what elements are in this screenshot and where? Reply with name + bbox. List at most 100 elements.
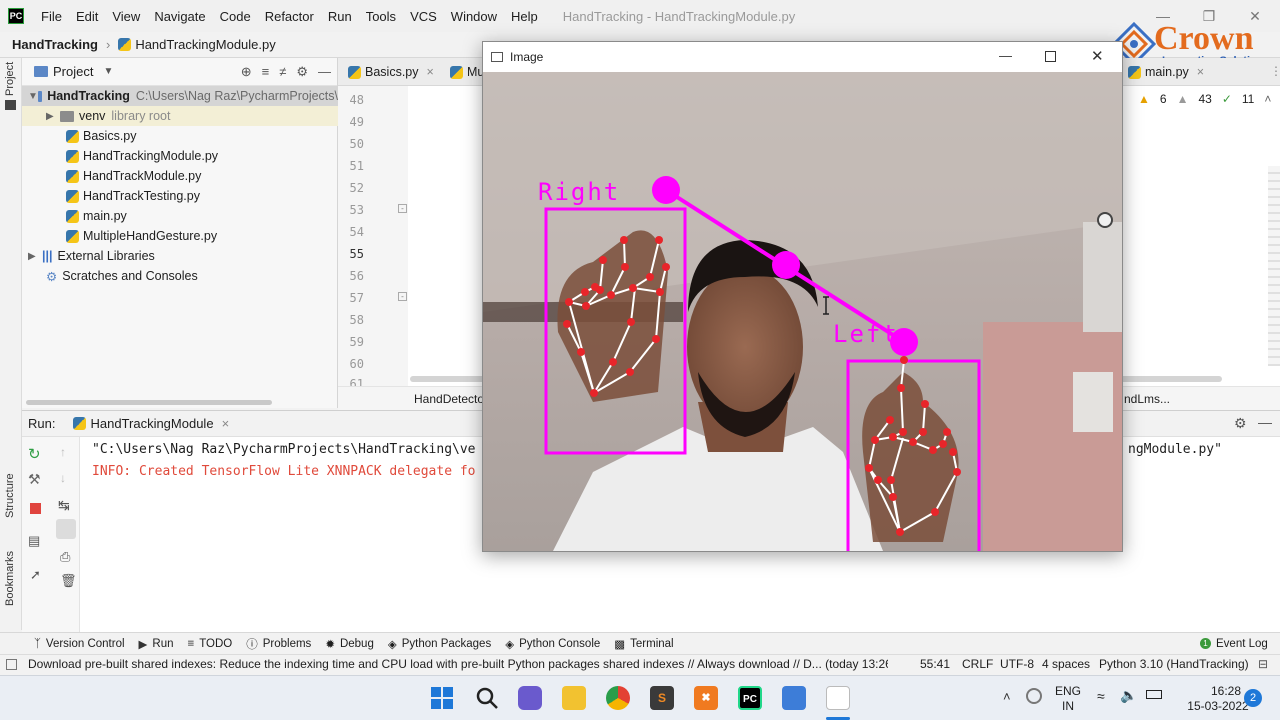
interpreter[interactable]: Python 3.10 (HandTracking) <box>1099 657 1249 671</box>
project-tool-tab[interactable]: Project <box>4 62 16 96</box>
menu-vcs[interactable]: VCS <box>403 9 444 24</box>
file-explorer-icon[interactable] <box>562 686 586 710</box>
menu-help[interactable]: Help <box>504 9 545 24</box>
tool-run[interactable]: ▶ Run <box>139 637 174 651</box>
error-stripe[interactable] <box>1268 166 1280 366</box>
chrome-icon[interactable] <box>606 686 630 710</box>
horizontal-scrollbar[interactable] <box>26 400 272 405</box>
notepad-icon[interactable] <box>782 686 806 710</box>
wifi-icon[interactable]: ≈ <box>1097 688 1105 704</box>
expand-all-icon[interactable]: ≡ <box>262 64 270 80</box>
rerun-icon[interactable]: ↻ <box>28 445 41 463</box>
notification-badge[interactable]: 2 <box>1244 689 1262 707</box>
collapse-all-icon[interactable]: ≠ <box>279 64 286 80</box>
tree-item-file[interactable]: HandTrackTesting.py <box>22 186 338 206</box>
locate-icon[interactable]: ⊕ <box>241 64 252 80</box>
pin-icon[interactable]: ➚ <box>30 567 41 583</box>
print-icon[interactable]: ⎙ <box>60 549 70 565</box>
lock-icon[interactable]: ⊟ <box>1258 657 1268 671</box>
chevron-right-icon[interactable]: ▶ <box>46 111 60 122</box>
search-icon[interactable] <box>475 686 499 710</box>
menu-file[interactable]: File <box>34 9 69 24</box>
chevron-down-icon[interactable]: ▼ <box>103 66 113 77</box>
file-encoding[interactable]: UTF-8 <box>1000 657 1034 671</box>
menu-view[interactable]: View <box>105 9 147 24</box>
hide-icon[interactable]: — <box>1258 414 1272 430</box>
maximize-button[interactable] <box>1045 51 1056 62</box>
run-config-tab[interactable]: HandTrackingModule <box>90 416 213 431</box>
breadcrumb-file[interactable]: HandTrackingModule.py <box>135 37 275 52</box>
indent-setting[interactable]: 4 spaces <box>1042 657 1090 671</box>
menu-refactor[interactable]: Refactor <box>258 9 321 24</box>
line-ending[interactable]: CRLF <box>962 657 993 671</box>
close-button[interactable]: ✕ <box>1091 47 1104 65</box>
close-icon[interactable]: × <box>222 416 230 431</box>
tool-version-control[interactable]: ᛉ Version Control <box>34 638 125 650</box>
chevron-down-icon[interactable]: ▼ <box>28 91 38 102</box>
sync-icon[interactable] <box>1026 688 1042 704</box>
pycharm-taskbar-icon[interactable]: PC <box>738 686 762 710</box>
tree-item-venv[interactable]: ▶ venv library root <box>22 106 338 126</box>
tree-item-file[interactable]: HandTrackingModule.py <box>22 146 338 166</box>
tab-basics[interactable]: Basics.py × <box>348 58 434 86</box>
breadcrumb-project[interactable]: HandTracking <box>12 37 98 52</box>
breadcrumb-method[interactable]: ndLms... <box>1124 392 1170 406</box>
chevron-right-icon[interactable]: ▶ <box>28 251 42 262</box>
windows-start-icon[interactable] <box>430 686 454 710</box>
trash-icon[interactable]: 🗑 <box>60 573 77 589</box>
fold-icon[interactable]: - <box>398 292 407 301</box>
tool-terminal[interactable]: ▩ Terminal <box>614 637 673 651</box>
menu-run[interactable]: Run <box>321 9 359 24</box>
status-message[interactable]: Download pre-built shared indexes: Reduc… <box>28 657 888 671</box>
chevron-up-icon[interactable]: ˄ <box>1264 92 1271 106</box>
project-folder-icon[interactable] <box>5 100 16 110</box>
tab-main[interactable]: main.py × <box>1128 58 1204 86</box>
close-icon[interactable]: × <box>427 65 434 79</box>
lang-line-2[interactable]: IN <box>1055 699 1081 713</box>
arrow-down-icon[interactable]: ↓ <box>60 471 66 485</box>
menu-tools[interactable]: Tools <box>359 9 403 24</box>
tree-item-file[interactable]: Basics.py <box>22 126 338 146</box>
fold-icon[interactable]: - <box>398 204 407 213</box>
python-window-icon[interactable] <box>826 686 850 710</box>
inspection-widget[interactable]: ▲ 6 ▲ 43 ✓ 11 ˄ <box>1138 92 1271 106</box>
image-window[interactable]: Image — ✕ Right Left <box>482 41 1123 552</box>
tree-item-file[interactable]: MultipleHandGesture.py <box>22 226 338 246</box>
tree-root[interactable]: ▼ HandTracking C:\Users\Nag Raz\PycharmP… <box>22 86 338 106</box>
tool-event-log[interactable]: 1 Event Log <box>1200 638 1268 650</box>
breadcrumb-class[interactable]: HandDetecto <box>414 392 484 406</box>
gear-icon[interactable]: ⚙ <box>296 64 308 80</box>
menu-edit[interactable]: Edit <box>69 9 105 24</box>
chevron-up-icon[interactable]: ˄ <box>1003 689 1011 704</box>
tree-item-file[interactable]: main.py <box>22 206 338 226</box>
xampp-icon[interactable]: ✖ <box>694 686 718 710</box>
scroll-to-end-icon[interactable] <box>56 519 76 539</box>
tree-item-external-libraries[interactable]: ▶ ||| External Libraries <box>22 246 338 266</box>
teams-chat-icon[interactable] <box>518 686 542 710</box>
tool-problems[interactable]: ⓘ Problems <box>246 636 311 652</box>
layout-icon[interactable]: ▤ <box>28 533 40 549</box>
hide-icon[interactable]: — <box>318 64 331 80</box>
gear-icon[interactable]: ⚙ <box>1234 415 1247 432</box>
menu-navigate[interactable]: Navigate <box>147 9 212 24</box>
caret-position[interactable]: 55:41 <box>920 657 950 671</box>
tree-item-file[interactable]: HandTrackModule.py <box>22 166 338 186</box>
speaker-icon[interactable]: 🔈 <box>1120 687 1137 704</box>
close-icon[interactable]: × <box>1197 65 1204 79</box>
soft-wrap-icon[interactable]: ↹ <box>58 497 70 514</box>
bookmarks-tool-tab[interactable]: Bookmarks <box>4 551 16 606</box>
battery-icon[interactable] <box>1146 690 1162 699</box>
menu-code[interactable]: Code <box>213 9 258 24</box>
sublime-text-icon[interactable]: S <box>650 686 674 710</box>
arrow-up-icon[interactable]: ↑ <box>60 445 66 459</box>
tool-todo[interactable]: ≡ TODO <box>188 638 233 650</box>
tool-debug[interactable]: ✹ Debug <box>325 637 374 651</box>
structure-tool-tab[interactable]: Structure <box>4 473 16 518</box>
minimize-button[interactable]: — <box>999 48 1012 63</box>
tool-windows-icon[interactable] <box>6 659 17 670</box>
menu-window[interactable]: Window <box>444 9 504 24</box>
tool-python-packages[interactable]: ◈ Python Packages <box>388 637 491 651</box>
more-tabs-icon[interactable]: ⋮ <box>1270 64 1280 78</box>
lang-line-1[interactable]: ENG <box>1055 684 1081 698</box>
tab-multiple[interactable]: Mu <box>450 58 484 86</box>
